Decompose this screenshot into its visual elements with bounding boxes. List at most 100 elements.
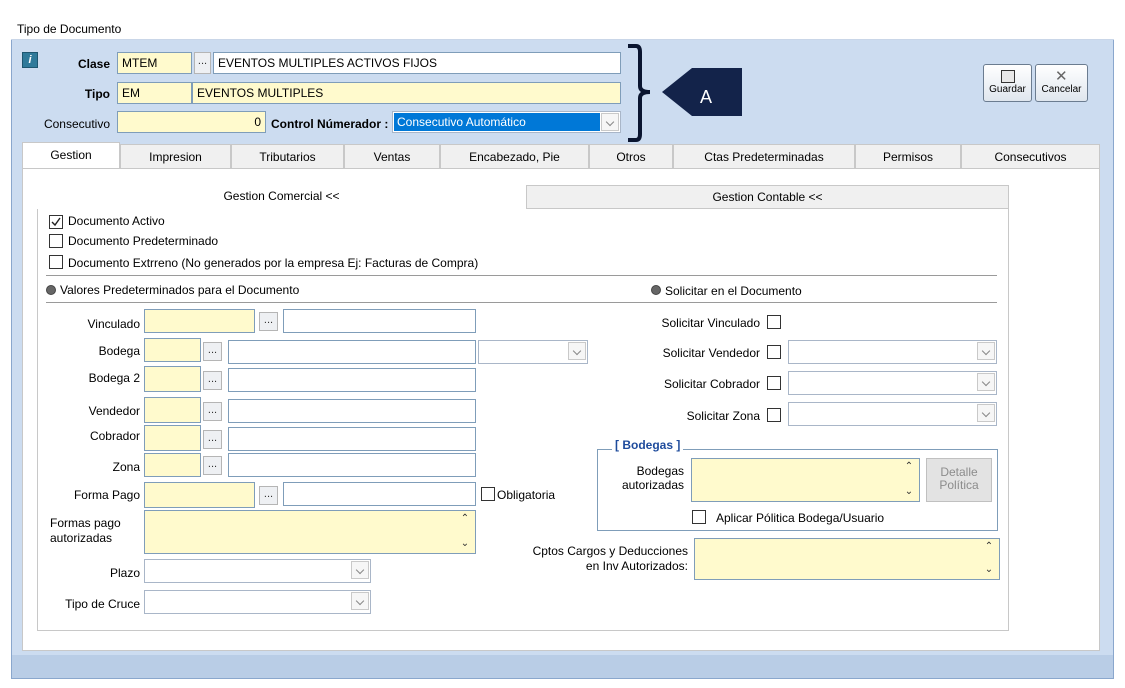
cptos-label: Cptos Cargos y Deducciones en Inv Autori…	[532, 544, 688, 573]
subtab-gestion-comercial-label: Gestion Comercial <<	[223, 189, 340, 203]
forma-pago-desc-field	[283, 482, 476, 506]
formas-pago-autorizadas-label: Formas pago autorizadas	[50, 516, 121, 545]
plazo-select[interactable]	[144, 559, 371, 583]
clase-lookup-button[interactable]: ...	[194, 52, 211, 74]
documento-externo-label: Documento Extrreno (No generados por la …	[68, 256, 479, 270]
cobrador-lookup-button[interactable]: ...	[203, 430, 222, 449]
documento-activo-checkbox[interactable]	[49, 215, 63, 229]
chevron-down-icon[interactable]	[351, 561, 369, 579]
valores-section-title: Valores Predeterminados para el Document…	[60, 283, 300, 297]
subtab-gestion-contable[interactable]: Gestion Contable <<	[526, 185, 1009, 209]
consecutivo-label: Consecutivo	[43, 117, 110, 131]
vinculado-code-field[interactable]	[144, 309, 255, 333]
vinculado-lookup-button[interactable]: ...	[259, 312, 278, 331]
bodega2-lookup-button[interactable]: ...	[203, 371, 222, 390]
scroll-down-icon[interactable]: ⌄	[903, 486, 915, 498]
solicitar-radio-icon	[651, 285, 661, 295]
solicitar-vinculado-checkbox[interactable]	[767, 315, 781, 329]
solicitar-zona-label: Solicitar Zona	[686, 409, 760, 423]
tipo-desc-field[interactable]: EVENTOS MULTIPLES	[192, 82, 621, 104]
solicitar-zona-select[interactable]	[788, 402, 997, 426]
forma-pago-lookup-button[interactable]: ...	[259, 486, 278, 505]
vendedor-label: Vendedor	[88, 404, 140, 418]
save-button[interactable]: Guardar	[983, 64, 1032, 102]
tab-ctas-predeterminadas[interactable]: Ctas Predeterminadas	[673, 144, 855, 169]
divider-top	[46, 275, 997, 276]
tab-consecutivos[interactable]: Consecutivos	[961, 144, 1100, 169]
bodega-label: Bodega	[98, 344, 140, 358]
solicitar-cobrador-label: Solicitar Cobrador	[663, 377, 760, 391]
tab-otros[interactable]: Otros	[589, 144, 673, 169]
bodega-lookup-button[interactable]: ...	[203, 342, 222, 361]
tab-tributarios[interactable]: Tributarios	[231, 144, 344, 169]
scroll-down-icon[interactable]: ⌄	[459, 538, 471, 550]
documento-predeterminado-checkbox[interactable]	[49, 234, 63, 248]
chevron-down-icon[interactable]	[977, 404, 995, 422]
bodega-desc-field	[228, 340, 476, 364]
solicitar-section-title: Solicitar en el Documento	[665, 284, 802, 298]
tab-ventas[interactable]: Ventas	[344, 144, 440, 169]
aplicar-politica-checkbox[interactable]	[692, 510, 706, 524]
cobrador-desc-field	[228, 427, 476, 451]
valores-radio-icon	[46, 285, 56, 295]
scroll-down-icon[interactable]: ⌄	[983, 564, 995, 576]
detalle-politica-label: Detalle Política	[939, 465, 979, 492]
control-numerador-select[interactable]: Consecutivo Automático	[392, 111, 621, 133]
tab-gestion[interactable]: Gestion	[22, 142, 120, 169]
chevron-down-icon[interactable]	[977, 342, 995, 360]
forma-pago-code-field[interactable]	[144, 482, 255, 508]
obligatoria-label: Obligatoria	[497, 488, 556, 502]
bodegas-autorizadas-label: Bodegas autorizadas	[621, 464, 684, 492]
tipo-code-field[interactable]: EM	[117, 82, 192, 104]
scroll-up-icon[interactable]: ⌃	[459, 513, 471, 525]
subtab-gestion-comercial[interactable]: Gestion Comercial <<	[37, 185, 526, 209]
chevron-down-icon[interactable]	[351, 592, 369, 610]
vendedor-lookup-button[interactable]: ...	[203, 402, 222, 421]
solicitar-zona-checkbox[interactable]	[767, 408, 781, 422]
chevron-down-icon[interactable]	[568, 342, 586, 360]
bodegas-autorizadas-field[interactable]: ⌃ ⌄	[691, 458, 920, 502]
obligatoria-checkbox[interactable]	[481, 487, 495, 501]
bracket-annotation	[628, 44, 742, 142]
cancel-label: Cancelar	[1041, 84, 1082, 95]
bodega-code-field[interactable]	[144, 338, 201, 362]
check-icon	[51, 217, 61, 227]
detalle-politica-button[interactable]: Detalle Política	[926, 458, 992, 502]
tab-impresion[interactable]: Impresion	[120, 144, 231, 169]
zona-code-field[interactable]	[144, 453, 201, 477]
close-icon: ✕	[1055, 68, 1068, 85]
documento-predeterminado-label: Documento Predeterminado	[68, 234, 219, 248]
solicitar-vinculado-label: Solicitar Vinculado	[661, 316, 760, 330]
cobrador-code-field[interactable]	[144, 425, 201, 451]
cobrador-label: Cobrador	[89, 429, 140, 443]
solicitar-cobrador-select[interactable]	[788, 371, 997, 395]
solicitar-vendedor-select[interactable]	[788, 340, 997, 364]
scroll-up-icon[interactable]: ⌃	[903, 461, 915, 473]
bodegas-group-title: [ Bodegas ]	[612, 438, 684, 452]
tab-permisos[interactable]: Permisos	[855, 144, 961, 169]
window-title: Tipo de Documento	[11, 10, 1114, 40]
tipo-cruce-select[interactable]	[144, 590, 371, 614]
solicitar-vendedor-checkbox[interactable]	[767, 345, 781, 359]
chevron-down-icon[interactable]	[977, 373, 995, 391]
info-icon[interactable]: i	[22, 52, 38, 68]
cptos-field[interactable]: ⌃ ⌄	[694, 538, 1000, 580]
documento-externo-checkbox[interactable]	[49, 255, 63, 269]
tipo-cruce-label: Tipo de Cruce	[65, 597, 140, 611]
bodega2-code-field[interactable]	[144, 366, 201, 392]
zona-lookup-button[interactable]: ...	[203, 456, 222, 475]
clase-code-field[interactable]: MTEM	[117, 52, 192, 74]
forma-pago-label: Forma Pago	[73, 488, 140, 502]
callout-label: A	[700, 87, 713, 107]
bodega-select[interactable]	[478, 340, 588, 364]
solicitar-cobrador-checkbox[interactable]	[767, 376, 781, 390]
tab-encabezado-pie[interactable]: Encabezado, Pie	[440, 144, 589, 169]
formas-pago-autorizadas-field[interactable]: ⌃ ⌄	[144, 510, 476, 554]
vendedor-code-field[interactable]	[144, 397, 201, 423]
scroll-up-icon[interactable]: ⌃	[983, 541, 995, 553]
clase-desc-field: EVENTOS MULTIPLES ACTIVOS FIJOS	[213, 52, 621, 74]
bodega2-label: Bodega 2	[88, 371, 140, 385]
divider-bottom	[46, 302, 997, 303]
cancel-button[interactable]: ✕ Cancelar	[1035, 64, 1088, 102]
consecutivo-field[interactable]: 0	[117, 111, 266, 133]
